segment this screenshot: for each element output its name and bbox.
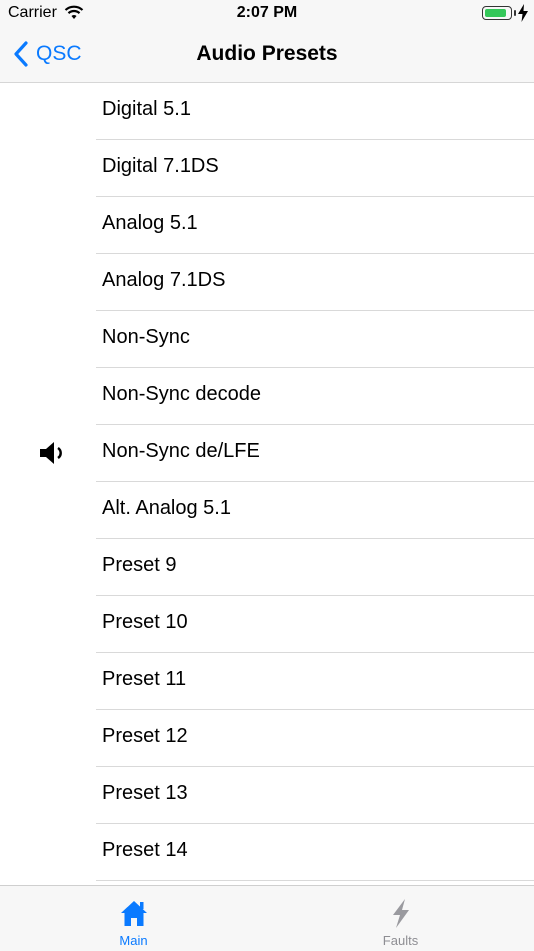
preset-label: Preset 9 <box>102 554 177 576</box>
preset-row[interactable]: Preset 13 <box>0 767 534 824</box>
status-time: 2:07 PM <box>236 4 298 21</box>
preset-row[interactable]: Non-Sync de/LFE <box>0 425 534 482</box>
preset-label: Alt. Analog 5.1 <box>102 497 231 519</box>
preset-row[interactable]: Analog 5.1 <box>0 197 534 254</box>
preset-row[interactable]: Alt. Analog 5.1 <box>0 482 534 539</box>
preset-label: Preset 11 <box>102 668 187 690</box>
preset-row[interactable]: Preset 10 <box>0 596 534 653</box>
row-separator <box>96 880 534 881</box>
preset-label: Digital 5.1 <box>102 98 191 120</box>
tab-faults[interactable]: Faults <box>267 886 534 951</box>
preset-label: Analog 7.1DS <box>102 269 226 291</box>
tab-bar: Main Faults <box>0 885 534 951</box>
navigation-bar: QSC Audio Presets <box>0 28 534 83</box>
preset-label: Preset 14 <box>102 839 188 861</box>
preset-row[interactable]: Analog 7.1DS <box>0 254 534 311</box>
preset-label: Non-Sync de/LFE <box>102 440 260 462</box>
battery-tip <box>514 10 516 16</box>
preset-label: Preset 13 <box>102 782 188 804</box>
preset-label: Digital 7.1DS <box>102 155 219 177</box>
preset-label: Analog 5.1 <box>102 212 198 234</box>
tab-faults-label: Faults <box>382 933 419 948</box>
tab-main[interactable]: Main <box>0 886 267 951</box>
preset-label: Preset 10 <box>102 611 188 633</box>
preset-row[interactable]: Digital 7.1DS <box>0 140 534 197</box>
preset-row[interactable]: Preset 9 <box>0 539 534 596</box>
preset-row[interactable]: Non-Sync decode <box>0 368 534 425</box>
preset-row[interactable]: Preset 12 <box>0 710 534 767</box>
home-icon <box>121 901 147 926</box>
speaker-icon <box>40 442 62 464</box>
preset-label: Non-Sync <box>102 326 190 348</box>
preset-row[interactable]: Digital 5.1 <box>0 83 534 140</box>
preset-row[interactable]: Preset 14 <box>0 824 534 881</box>
tab-main-label: Main <box>119 933 148 948</box>
page-title: Audio Presets <box>196 42 338 65</box>
preset-list[interactable]: Digital 5.1 Digital 7.1DS Analog 5.1 Analog… <box>0 83 534 885</box>
preset-row[interactable]: Preset 11 <box>0 653 534 710</box>
battery-level-fill <box>485 9 506 17</box>
preset-label: Non-Sync decode <box>102 383 261 405</box>
preset-label: Preset 12 <box>102 725 188 747</box>
charging-bolt-icon <box>518 4 528 22</box>
preset-row[interactable]: Non-Sync <box>0 311 534 368</box>
status-bar: Carrier 2:07 PM <box>0 0 534 28</box>
battery-icon <box>482 6 512 20</box>
bolt-icon <box>393 899 409 928</box>
